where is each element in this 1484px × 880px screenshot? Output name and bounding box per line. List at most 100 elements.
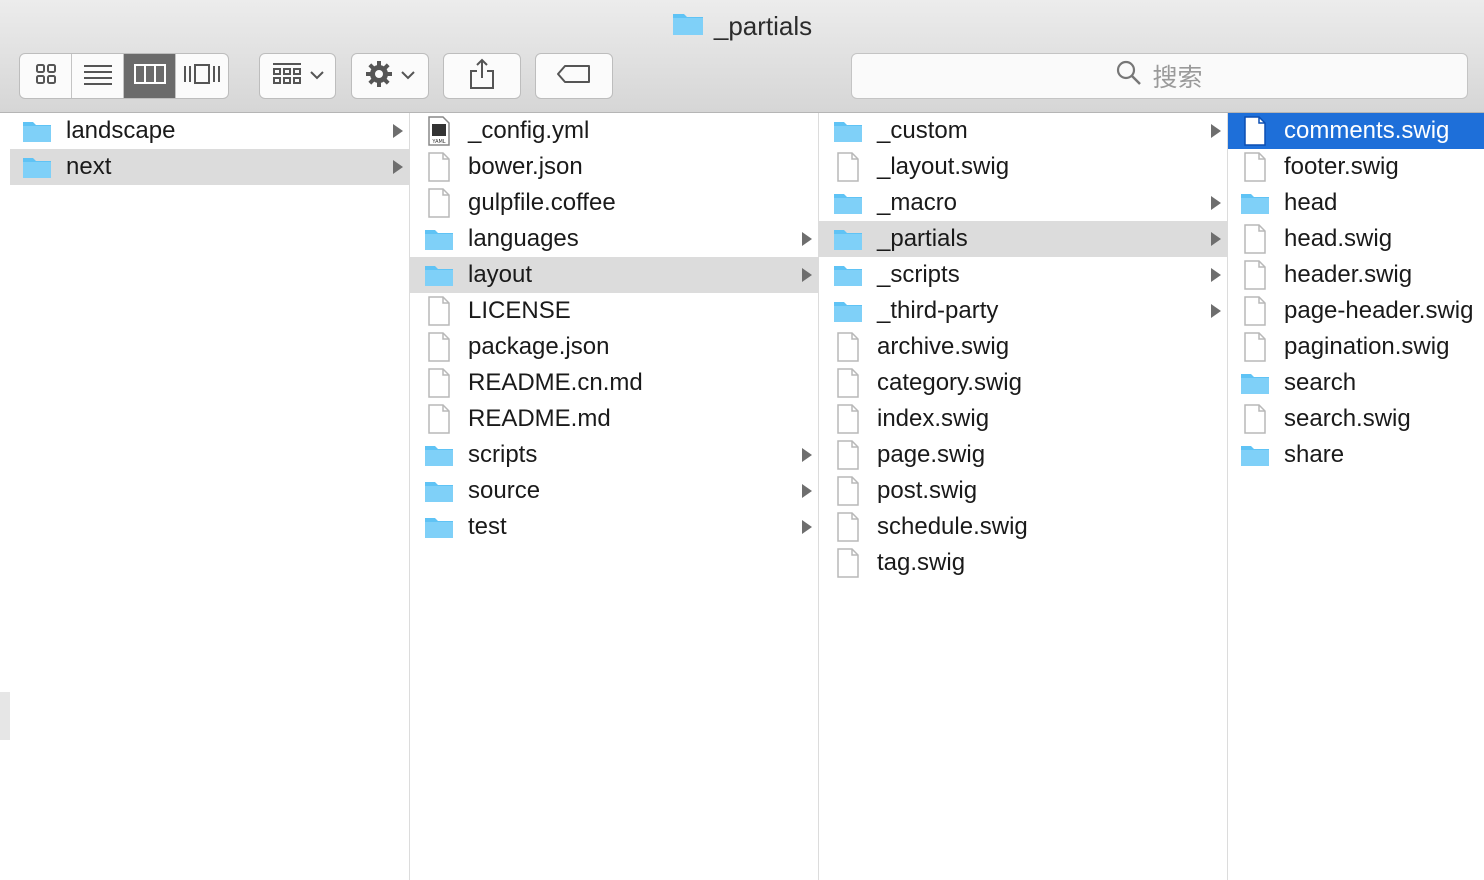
item-label: bower.json [468,153,583,180]
item-label: archive.swig [877,333,1010,360]
file-row[interactable]: index.swig [819,401,1227,437]
folder-row[interactable]: languages [410,221,818,257]
file-row[interactable]: post.swig [819,473,1227,509]
action-button[interactable] [351,53,429,99]
folder-row[interactable]: next [10,149,409,185]
folder-row[interactable]: search [1228,365,1484,401]
file-row[interactable]: package.json [410,329,818,365]
document-icon [833,440,863,470]
item-label: footer.swig [1284,153,1399,180]
file-row[interactable]: head.swig [1228,221,1484,257]
item-label: schedule.swig [877,513,1028,540]
item-label: head [1284,189,1338,216]
file-row[interactable]: category.swig [819,365,1227,401]
folder-icon [424,224,454,254]
file-row[interactable]: search.swig [1228,401,1484,437]
share-icon [469,58,495,95]
item-label: scripts [468,441,538,468]
file-row[interactable]: page-header.swig [1228,293,1484,329]
item-label: README.cn.md [468,369,643,396]
share-button[interactable] [443,53,521,99]
file-row[interactable]: _layout.swig [819,149,1227,185]
item-label: next [66,153,112,180]
document-icon [1240,224,1270,254]
file-row[interactable]: header.swig [1228,257,1484,293]
document-icon [424,332,454,362]
folder-row[interactable]: scripts [410,437,818,473]
chevron-down-icon [309,67,324,85]
folder-icon [833,260,863,290]
item-label: head.swig [1284,225,1393,252]
item-label: comments.swig [1284,117,1450,144]
cover-flow-button[interactable] [176,54,228,98]
item-label: _custom [877,117,968,144]
file-row[interactable]: README.cn.md [410,365,818,401]
file-row[interactable]: YAML _config.yml [410,113,818,149]
folder-row[interactable]: layout [410,257,818,293]
document-icon [1240,116,1270,146]
folder-row[interactable]: _partials [819,221,1227,257]
document-icon [424,296,454,326]
folder-row[interactable]: _custom [819,113,1227,149]
disclosure-arrow-icon [802,520,812,534]
column-1[interactable]: landscape next [10,113,410,880]
disclosure-arrow-icon [1211,232,1221,246]
column-2[interactable]: YAML _config.yml bower.json gulpfile.coffee… [410,113,819,880]
column-3[interactable]: _custom _layout.swig _macro _partials _scrip… [819,113,1228,880]
list-view-icon [83,63,113,90]
item-label: LICENSE [468,297,571,324]
folder-icon [672,10,704,43]
folder-row[interactable]: test [410,509,818,545]
window-title-text: _partials [713,11,813,41]
file-row[interactable]: schedule.swig [819,509,1227,545]
folder-row[interactable]: source [410,473,818,509]
cover-flow-icon [183,63,221,90]
folder-row[interactable]: head [1228,185,1484,221]
item-label: _config.yml [468,117,590,144]
file-row[interactable]: tag.swig [819,545,1227,581]
item-label: _layout.swig [877,153,1010,180]
column-view-button[interactable] [124,54,176,98]
document-icon [424,404,454,434]
item-label: _scripts [877,261,960,288]
folder-row[interactable]: _scripts [819,257,1227,293]
disclosure-arrow-icon [1211,268,1221,282]
folder-icon [1240,440,1270,470]
file-row[interactable]: archive.swig [819,329,1227,365]
file-row[interactable]: comments.swig [1228,113,1484,149]
file-row[interactable]: README.md [410,401,818,437]
disclosure-arrow-icon [393,160,403,174]
file-row[interactable]: gulpfile.coffee [410,185,818,221]
file-row[interactable]: pagination.swig [1228,329,1484,365]
item-label: source [468,477,541,504]
file-row[interactable]: page.swig [819,437,1227,473]
folder-row[interactable]: _third-party [819,293,1227,329]
file-row[interactable]: footer.swig [1228,149,1484,185]
arrange-button[interactable] [259,53,336,99]
item-label: gulpfile.coffee [468,189,616,216]
search-placeholder: 搜索 [1152,64,1203,92]
document-icon [833,368,863,398]
folder-row[interactable]: _macro [819,185,1227,221]
icon-view-button[interactable] [20,54,72,98]
document-icon [833,476,863,506]
search-field[interactable]: 搜索 [851,53,1468,99]
document-icon [424,152,454,182]
file-row[interactable]: bower.json [410,149,818,185]
edit-tags-button[interactable] [535,53,613,99]
view-mode-switcher[interactable] [19,53,229,99]
item-label: header.swig [1284,261,1413,288]
item-label: _partials [877,225,968,252]
item-label: page.swig [877,441,986,468]
folder-row[interactable]: landscape [10,113,409,149]
folder-icon [424,476,454,506]
item-label: tag.swig [877,549,966,576]
search-icon [1116,60,1142,93]
list-view-button[interactable] [72,54,124,98]
folder-row[interactable]: share [1228,437,1484,473]
file-row[interactable]: LICENSE [410,293,818,329]
folder-icon [833,224,863,254]
item-label: landscape [66,117,176,144]
column-4[interactable]: comments.swig footer.swig head head.swig hea… [1228,113,1484,880]
folder-icon [833,116,863,146]
